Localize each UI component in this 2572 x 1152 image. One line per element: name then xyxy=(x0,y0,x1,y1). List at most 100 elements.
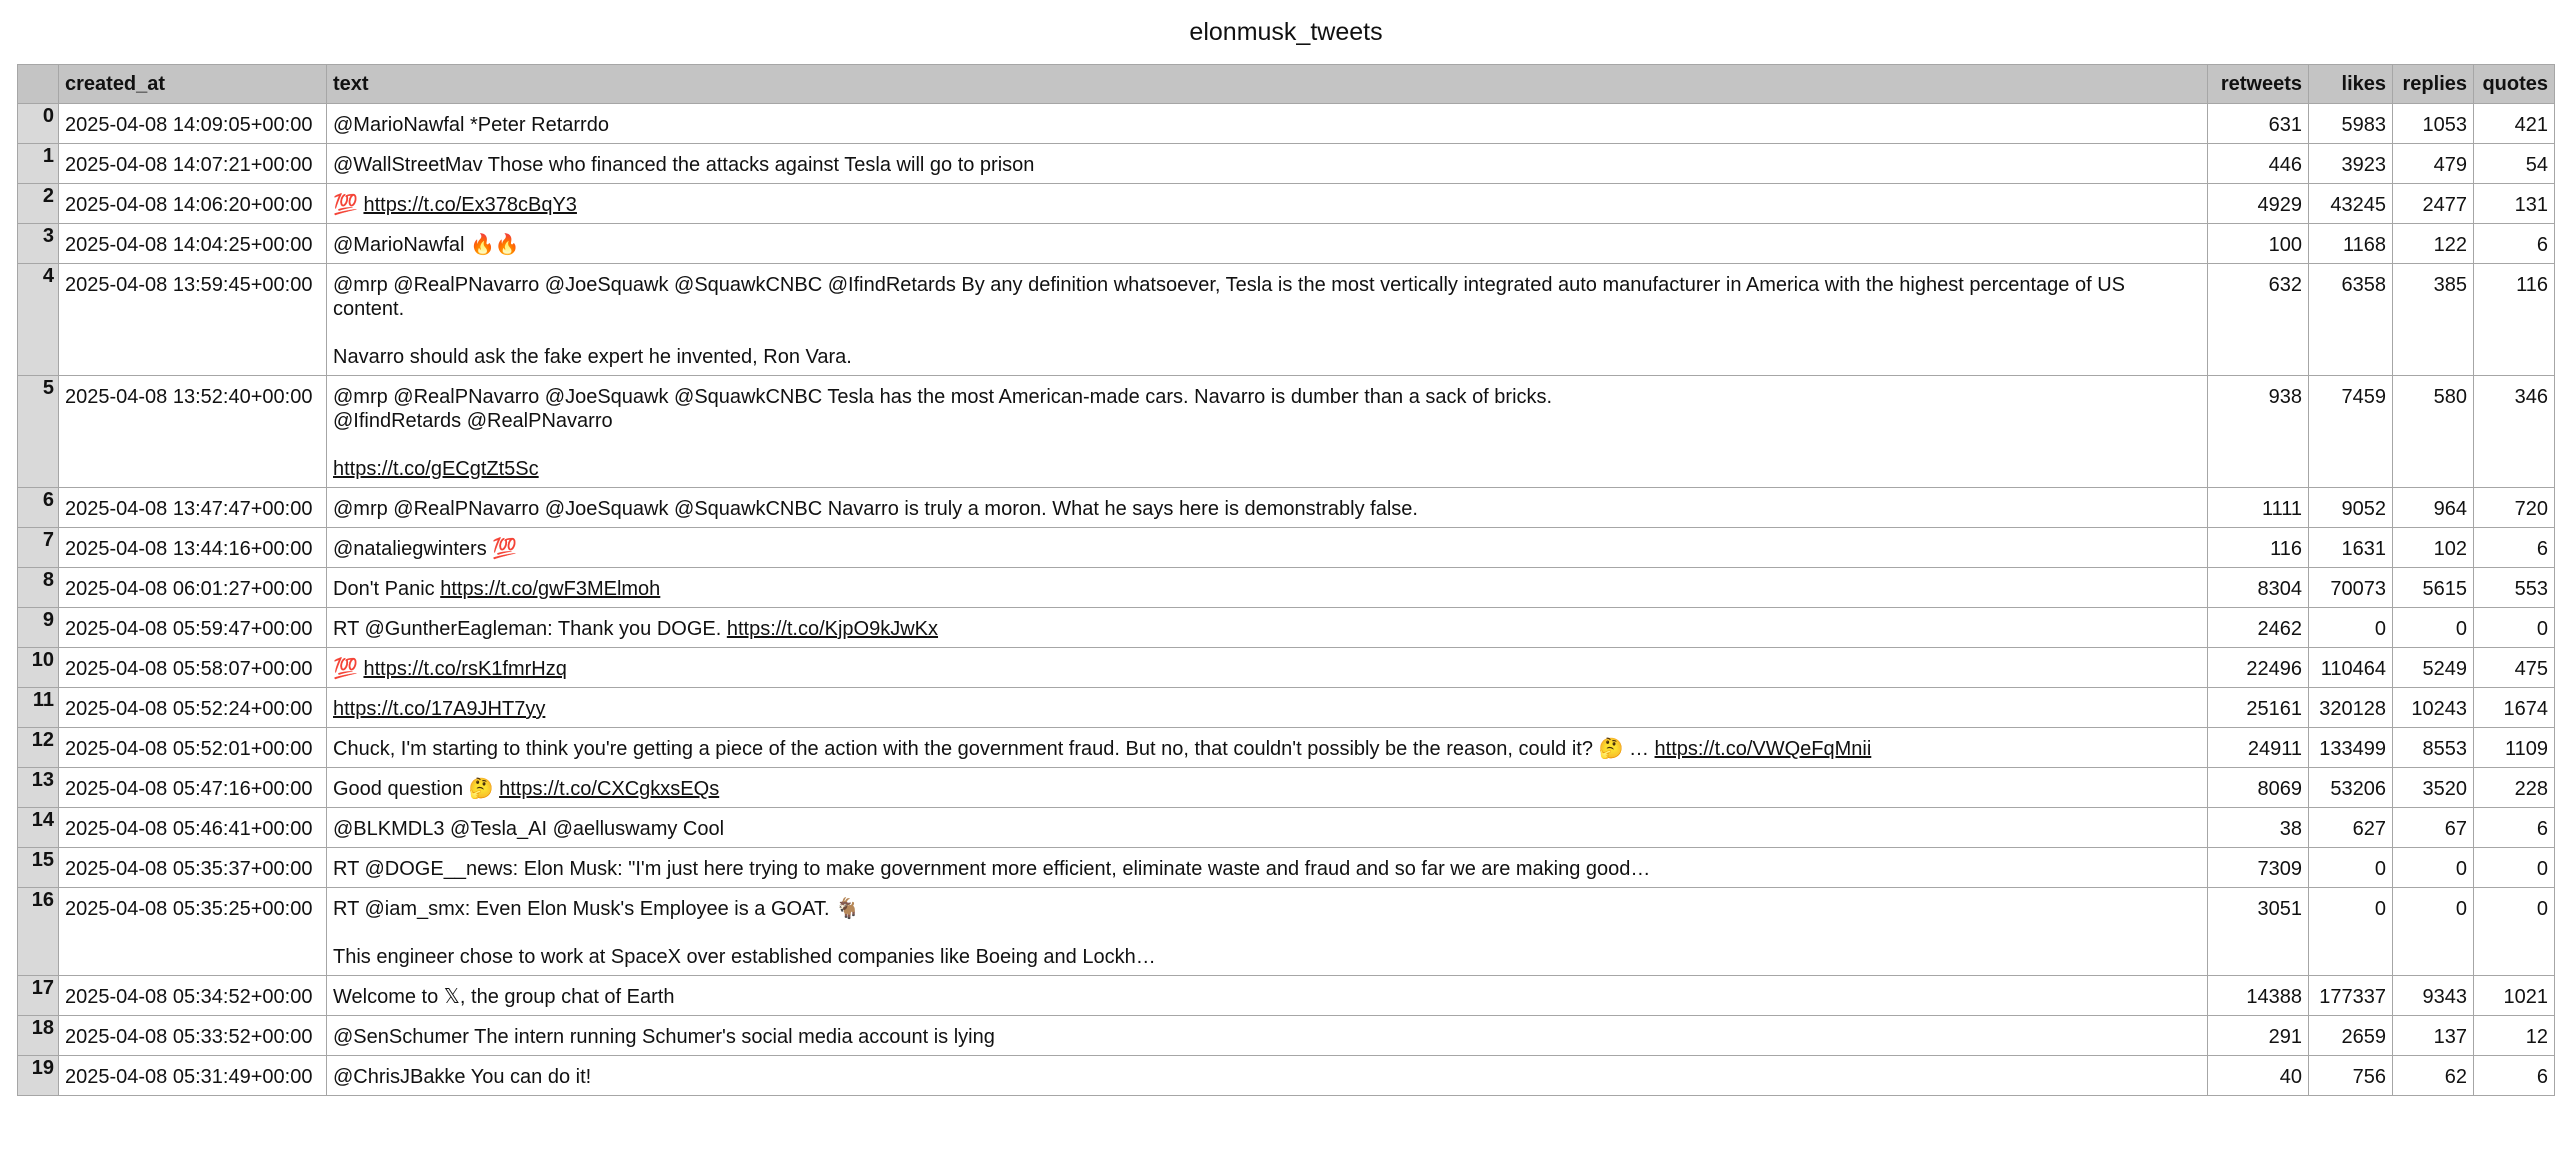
header-quotes: quotes xyxy=(2473,64,2555,104)
retweets-cell: 632 xyxy=(2207,263,2309,376)
row-index: 8 xyxy=(17,567,59,608)
tweet-text: @mrp @RealPNavarro @JoeSquawk @SquawkCNB… xyxy=(333,386,1553,432)
tweet-text: @nataliegwinters 💯 xyxy=(333,538,518,560)
quotes-cell: 6 xyxy=(2473,223,2555,264)
row-index: 16 xyxy=(17,887,59,976)
row-index: 3 xyxy=(17,223,59,264)
text-cell: @WallStreetMav Those who financed the at… xyxy=(326,143,2208,184)
tweet-link[interactable]: https://t.co/KjpO9kJwKx xyxy=(727,618,938,640)
likes-cell: 6358 xyxy=(2308,263,2393,376)
row-index: 14 xyxy=(17,807,59,848)
row-index: 10 xyxy=(17,647,59,688)
tweet-text: 💯 xyxy=(333,194,364,216)
retweets-cell: 631 xyxy=(2207,103,2309,144)
table-row: 3 2025-04-08 14:04:25+00:00 @MarioNawfal 🔥… xyxy=(17,223,2555,264)
replies-cell: 964 xyxy=(2392,487,2474,528)
replies-cell: 5615 xyxy=(2392,567,2474,608)
tweet-text: Good question 🤔 xyxy=(333,778,500,800)
likes-cell: 133499 xyxy=(2308,727,2393,768)
text-cell: Chuck, I'm starting to think you're gett… xyxy=(326,727,2208,768)
row-index: 5 xyxy=(17,375,59,488)
tweet-text: @MarioNawfal *Peter Retarrdo xyxy=(333,114,609,136)
replies-cell: 5249 xyxy=(2392,647,2474,688)
table-body: 0 2025-04-08 14:09:05+00:00 @MarioNawfal *… xyxy=(17,103,2555,1096)
quotes-cell: 116 xyxy=(2473,263,2555,376)
text-cell: @BLKMDL3 @Tesla_AI @aelluswamy Cool xyxy=(326,807,2208,848)
quotes-cell: 6 xyxy=(2473,807,2555,848)
retweets-cell: 2462 xyxy=(2207,607,2309,648)
replies-cell: 9343 xyxy=(2392,975,2474,1016)
replies-cell: 2477 xyxy=(2392,183,2474,224)
likes-cell: 320128 xyxy=(2308,687,2393,728)
table-row: 15 2025-04-08 05:35:37+00:00 RT @DOGE__new… xyxy=(17,847,2555,888)
retweets-cell: 116 xyxy=(2207,527,2309,568)
quotes-cell: 54 xyxy=(2473,143,2555,184)
text-cell: Welcome to 𝕏, the group chat of Earth xyxy=(326,975,2208,1016)
header-replies: replies xyxy=(2392,64,2474,104)
table-row: 13 2025-04-08 05:47:16+00:00 Good question… xyxy=(17,767,2555,808)
tweet-text: RT @iam_smx: Even Elon Musk's Employee i… xyxy=(333,898,1156,968)
tweet-link[interactable]: https://t.co/CXCgkxsEQs xyxy=(499,778,719,800)
created-at-cell: 2025-04-08 05:52:24+00:00 xyxy=(58,687,327,728)
likes-cell: 0 xyxy=(2308,887,2393,976)
created-at-cell: 2025-04-08 13:47:47+00:00 xyxy=(58,487,327,528)
table-row: 1 2025-04-08 14:07:21+00:00 @WallStreetMav… xyxy=(17,143,2555,184)
quotes-cell: 6 xyxy=(2473,527,2555,568)
quotes-cell: 1674 xyxy=(2473,687,2555,728)
tweet-link[interactable]: https://t.co/rsK1fmrHzq xyxy=(363,658,566,680)
text-cell: @nataliegwinters 💯 xyxy=(326,527,2208,568)
retweets-cell: 8304 xyxy=(2207,567,2309,608)
likes-cell: 110464 xyxy=(2308,647,2393,688)
table-row: 12 2025-04-08 05:52:01+00:00 Chuck, I'm st… xyxy=(17,727,2555,768)
text-cell: RT @GuntherEagleman: Thank you DOGE. htt… xyxy=(326,607,2208,648)
text-cell: @mrp @RealPNavarro @JoeSquawk @SquawkCNB… xyxy=(326,263,2208,376)
quotes-cell: 421 xyxy=(2473,103,2555,144)
text-cell: @MarioNawfal 🔥🔥 xyxy=(326,223,2208,264)
replies-cell: 385 xyxy=(2392,263,2474,376)
row-index: 19 xyxy=(17,1055,59,1096)
retweets-cell: 1111 xyxy=(2207,487,2309,528)
row-index: 1 xyxy=(17,143,59,184)
tweet-text: Chuck, I'm starting to think you're gett… xyxy=(333,738,1655,760)
tweet-link[interactable]: https://t.co/VWQeFqMnii xyxy=(1655,738,1872,760)
text-cell: RT @iam_smx: Even Elon Musk's Employee i… xyxy=(326,887,2208,976)
text-cell: 💯 https://t.co/Ex378cBqY3 xyxy=(326,183,2208,224)
quotes-cell: 346 xyxy=(2473,375,2555,488)
row-index: 7 xyxy=(17,527,59,568)
tweets-table: created_at text retweets likes replies q… xyxy=(17,64,2555,1096)
quotes-cell: 553 xyxy=(2473,567,2555,608)
likes-cell: 7459 xyxy=(2308,375,2393,488)
replies-cell: 3520 xyxy=(2392,767,2474,808)
tweet-link[interactable]: https://t.co/Ex378cBqY3 xyxy=(363,194,576,216)
retweets-cell: 4929 xyxy=(2207,183,2309,224)
text-cell: @ChrisJBakke You can do it! xyxy=(326,1055,2208,1096)
tweet-text: @MarioNawfal 🔥🔥 xyxy=(333,234,520,256)
table-row: 6 2025-04-08 13:47:47+00:00 @mrp @RealPNav… xyxy=(17,487,2555,528)
tweet-link[interactable]: https://t.co/17A9JHT7yy xyxy=(333,698,545,720)
replies-cell: 479 xyxy=(2392,143,2474,184)
created-at-cell: 2025-04-08 14:09:05+00:00 xyxy=(58,103,327,144)
created-at-cell: 2025-04-08 05:46:41+00:00 xyxy=(58,807,327,848)
header-index xyxy=(17,64,59,104)
text-cell: Don't Panic https://t.co/gwF3MElmoh xyxy=(326,567,2208,608)
likes-cell: 43245 xyxy=(2308,183,2393,224)
created-at-cell: 2025-04-08 05:47:16+00:00 xyxy=(58,767,327,808)
quotes-cell: 6 xyxy=(2473,1055,2555,1096)
tweet-link[interactable]: https://t.co/gwF3MElmoh xyxy=(440,578,660,600)
quotes-cell: 228 xyxy=(2473,767,2555,808)
tweet-text: Don't Panic xyxy=(333,578,441,600)
table-row: 4 2025-04-08 13:59:45+00:00 @mrp @RealPNav… xyxy=(17,263,2555,376)
row-index: 6 xyxy=(17,487,59,528)
table-row: 0 2025-04-08 14:09:05+00:00 @MarioNawfal *… xyxy=(17,103,2555,144)
tweet-text: @mrp @RealPNavarro @JoeSquawk @SquawkCNB… xyxy=(333,498,1418,520)
replies-cell: 580 xyxy=(2392,375,2474,488)
retweets-cell: 22496 xyxy=(2207,647,2309,688)
created-at-cell: 2025-04-08 05:52:01+00:00 xyxy=(58,727,327,768)
table-title: elonmusk_tweets xyxy=(1189,18,1383,46)
table-row: 5 2025-04-08 13:52:40+00:00 @mrp @RealPNav… xyxy=(17,375,2555,488)
likes-cell: 9052 xyxy=(2308,487,2393,528)
tweet-link[interactable]: https://t.co/gECgtZt5Sc xyxy=(333,458,539,480)
likes-cell: 627 xyxy=(2308,807,2393,848)
created-at-cell: 2025-04-08 05:35:25+00:00 xyxy=(58,887,327,976)
likes-cell: 1168 xyxy=(2308,223,2393,264)
